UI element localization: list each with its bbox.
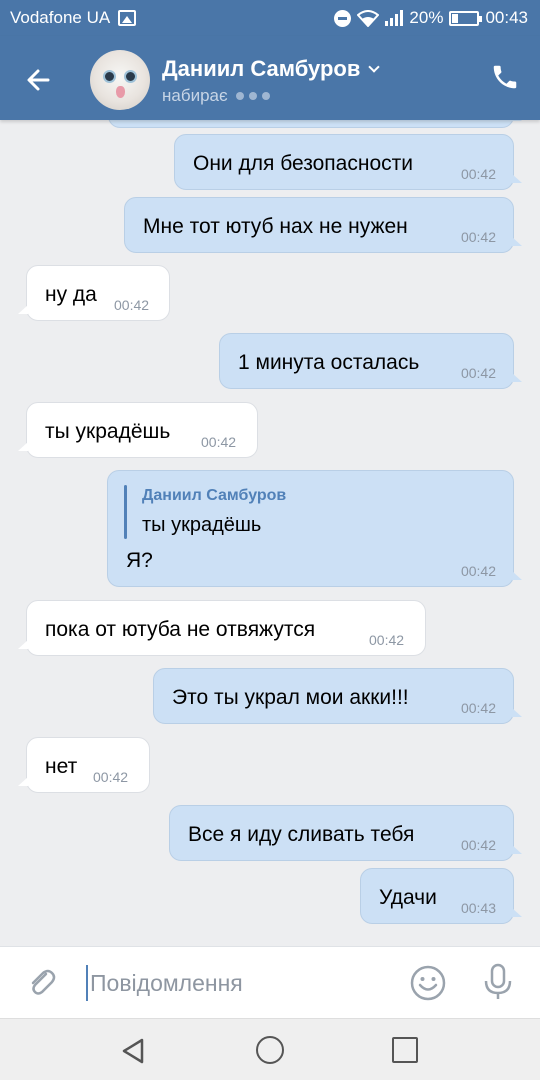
battery-percent: 20% [409,8,444,27]
clock: 00:43 [485,8,528,27]
message-time: 00:42 [460,837,496,853]
chat-header: Даниил Самбуров набирає [0,36,540,120]
battery-icon [449,10,483,26]
back-button[interactable] [18,58,62,102]
message-time: 00:42 [460,700,496,716]
message-time: 00:42 [460,365,496,381]
phone-icon [493,65,517,89]
message-bubble-outgoing[interactable]: Мне тот ютуб нах не нужен 00:42 [124,197,522,253]
nav-home-icon[interactable] [256,1036,284,1064]
message-time: 00:42 [201,434,237,450]
voice-message-button[interactable] [482,963,514,1001]
message-bubble-incoming[interactable]: нет 00:42 [18,737,150,793]
message-composer [0,946,540,1018]
contact-name: Даниил Самбуров [162,56,361,81]
message-text: ты украдёшь [45,420,171,443]
message-text: Это ты украл мои акки!!! [172,686,409,709]
typing-status-label: набирає [162,86,228,105]
message-text: 1 минута осталась [238,351,420,374]
nav-recent-icon[interactable] [392,1037,418,1063]
message-bubble-outgoing[interactable]: Все я иду сливать тебя 00:42 [169,805,522,861]
message-text: Они для безопасности [193,152,413,175]
reply-quoted-text: ты украдёшь [142,514,262,536]
message-input[interactable] [86,965,386,1001]
message-bubble-outgoing[interactable]: 1 минута осталась 00:42 [219,333,522,389]
paperclip-icon [31,969,56,995]
battery-level [452,13,458,23]
message-list[interactable]: Они для безопасности 00:42 Мне тот ютуб … [0,120,540,946]
nav-back-icon[interactable] [120,1037,148,1065]
reply-quote-bar [124,485,127,539]
carrier-label: Vodafone UA [10,8,111,27]
message-time: 00:42 [460,166,496,182]
avatar-eye-left [103,70,116,83]
signal-icon [385,10,404,26]
reply-author[interactable]: Даниил Самбуров [142,487,286,505]
message-time: 00:42 [460,563,496,579]
message-bubble-incoming[interactable]: ты украдёшь 00:42 [18,402,258,458]
message-bubble-incoming[interactable]: пока от ютуба не отвяжутся 00:42 [18,600,426,656]
message-bubble-outgoing[interactable]: Они для безопасности 00:42 [174,134,522,190]
message-bubble-partial[interactable] [108,120,522,128]
message-bubble-incoming[interactable]: ну да 00:42 [18,265,170,321]
message-text: Мне тот ютуб нах не нужен [143,215,408,238]
wifi-icon [357,9,380,27]
chevron-down-icon [368,61,381,73]
message-time: 00:42 [460,229,496,245]
message-time: 00:43 [460,900,496,916]
message-text: нет [45,755,78,778]
message-text: Удачи [379,886,437,909]
emoji-button[interactable] [410,965,446,1001]
message-text: Я? [126,549,153,572]
image-icon [118,10,137,26]
message-text: Все я иду сливать тебя [188,823,415,846]
message-bubble-outgoing[interactable]: Удачи 00:43 [360,868,522,924]
do-not-disturb-icon [334,9,352,27]
avatar[interactable] [90,50,150,110]
back-arrow-icon [27,69,50,91]
contact-name-button[interactable]: Даниил Самбуров [162,56,381,82]
emoji-icon [410,965,446,1001]
microphone-icon [484,963,512,999]
message-time: 00:42 [369,632,405,648]
message-text: ну да [45,283,97,306]
avatar-nose [116,86,125,98]
message-time: 00:42 [114,297,150,313]
system-navigation-bar [0,1018,540,1080]
avatar-eye-right [124,70,137,83]
typing-dots-icon [235,92,270,100]
message-time: 00:42 [93,769,129,785]
call-button[interactable] [490,62,520,92]
message-bubble-outgoing[interactable]: Это ты украл мои акки!!! 00:42 [153,668,522,724]
message-text: пока от ютуба не отвяжутся [45,618,316,641]
attach-button[interactable] [24,965,60,1001]
status-bar: Vodafone UA 20% 00:43 [0,0,540,36]
typing-status: набирає [162,86,270,106]
message-bubble-outgoing-reply[interactable]: Даниил Самбуров ты украдёшь Я? 00:42 [107,470,522,587]
